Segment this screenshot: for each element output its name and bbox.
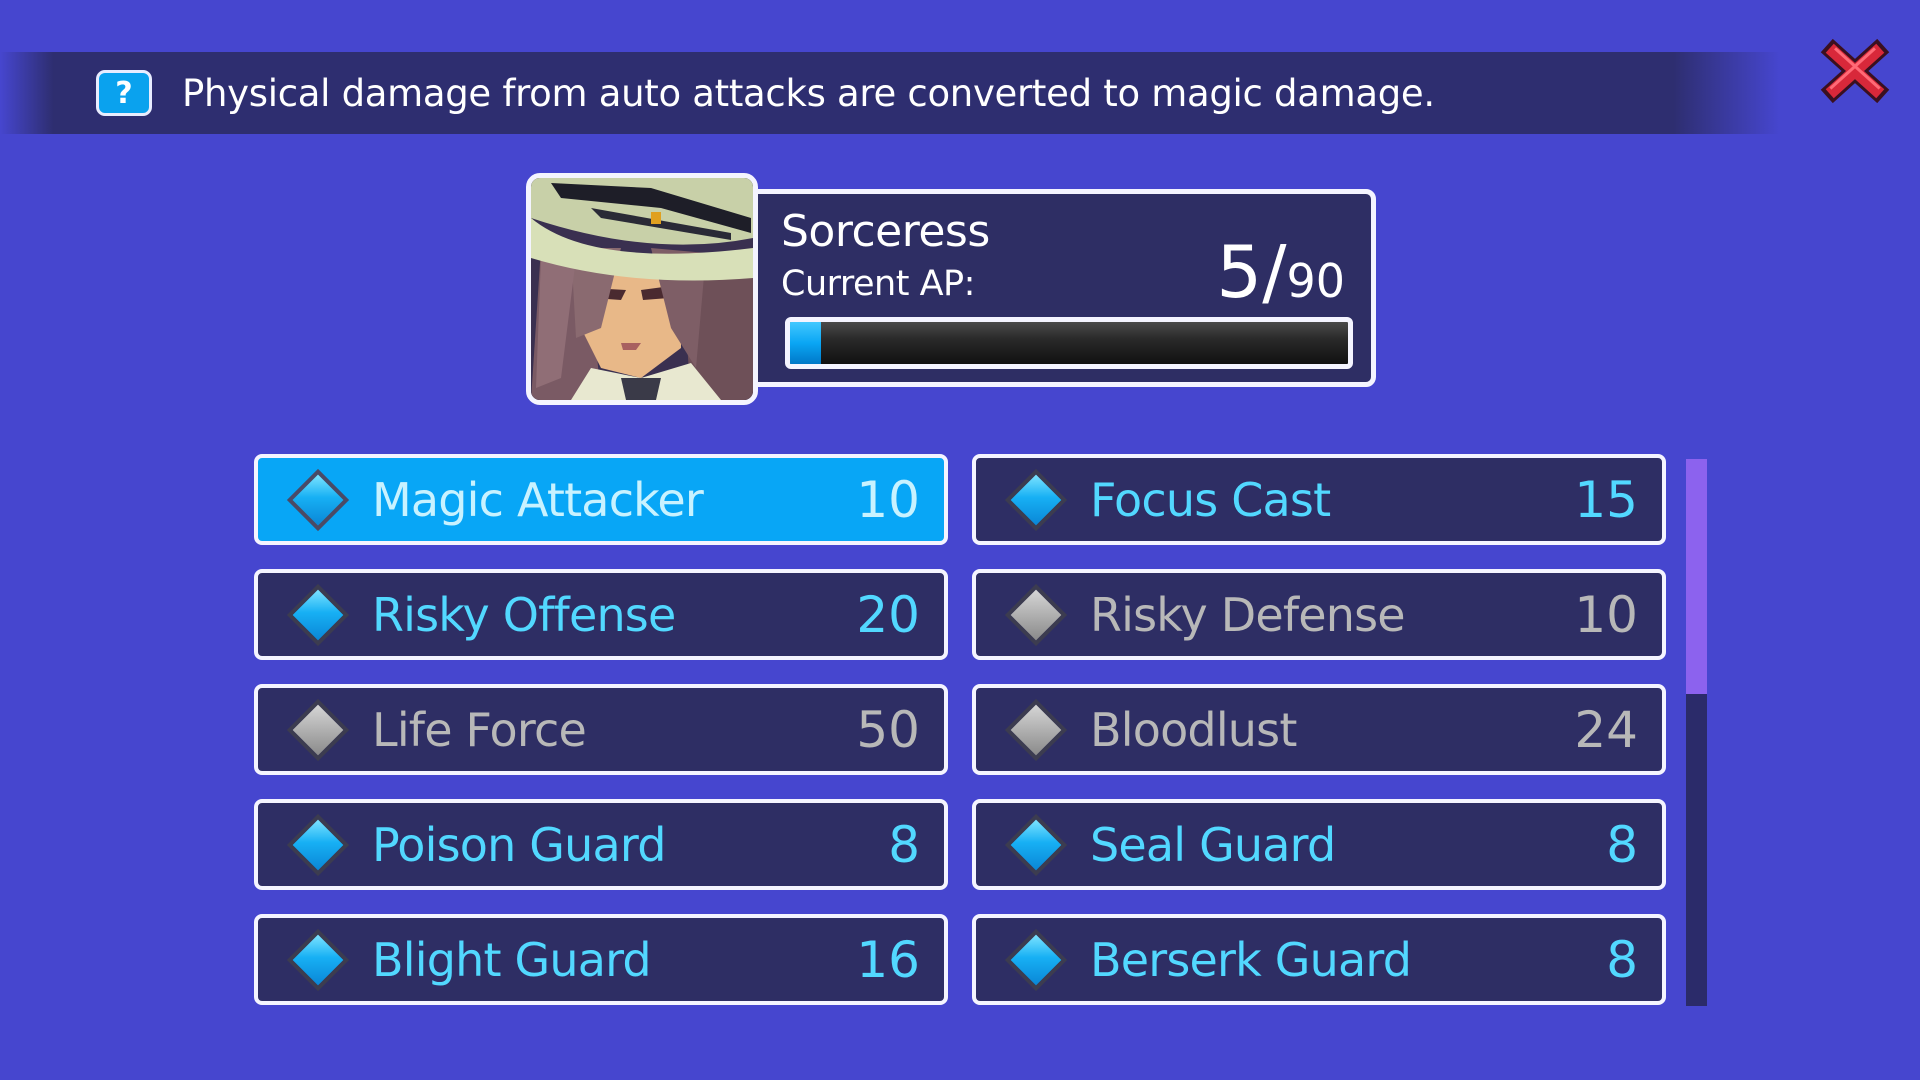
skill-ap-cost: 10	[856, 470, 920, 529]
blue-diamond-icon	[1004, 928, 1068, 992]
skill-ap-cost: 15	[1574, 470, 1638, 529]
skill-ap-cost: 8	[1606, 815, 1638, 874]
gray-diamond-icon	[286, 698, 350, 762]
skill-name: Life Force	[372, 702, 587, 757]
skill-ap-cost: 24	[1574, 700, 1638, 759]
sorceress-portrait-image	[531, 178, 753, 400]
skill-item[interactable]: Poison Guard 8	[254, 799, 948, 890]
ap-current: 5	[1216, 230, 1263, 314]
skill-item[interactable]: Focus Cast 15	[972, 454, 1666, 545]
skill-ap-cost: 16	[856, 930, 920, 989]
skill-description-text: Physical damage from auto attacks are co…	[182, 71, 1435, 115]
skill-description-banner: ? Physical damage from auto attacks are …	[0, 52, 1780, 134]
skill-item[interactable]: Blight Guard 16	[254, 914, 948, 1005]
character-portrait	[526, 173, 758, 405]
gray-diamond-icon	[1004, 698, 1068, 762]
blue-diamond-icon	[1004, 813, 1068, 877]
ap-value: 5 / 90	[1216, 230, 1345, 314]
skill-name: Seal Guard	[1090, 817, 1336, 872]
skill-name: Focus Cast	[1090, 472, 1331, 527]
ap-label: Current AP:	[781, 264, 975, 304]
ap-max: 90	[1286, 254, 1345, 308]
blue-diamond-icon	[1004, 468, 1068, 532]
skill-item[interactable]: Berserk Guard 8	[972, 914, 1666, 1005]
skill-name: Risky Defense	[1090, 587, 1406, 642]
close-x-icon	[1820, 38, 1890, 104]
help-icon[interactable]: ?	[96, 70, 152, 116]
character-name: Sorceress	[781, 206, 990, 257]
skill-ap-cost: 20	[856, 585, 920, 644]
skill-name: Poison Guard	[372, 817, 666, 872]
blue-diamond-icon	[286, 583, 350, 647]
skill-ap-cost: 10	[1574, 585, 1638, 644]
skill-ap-cost: 8	[888, 815, 920, 874]
close-button[interactable]	[1816, 34, 1894, 108]
character-info-panel: Sorceress Current AP: 5 / 90	[748, 189, 1376, 387]
blue-diamond-icon	[286, 928, 350, 992]
blue-diamond-icon	[286, 813, 350, 877]
gray-diamond-icon	[1004, 583, 1068, 647]
skill-ap-cost: 8	[1606, 930, 1638, 989]
skill-name: Blight Guard	[372, 932, 652, 987]
skill-list-scrollbar[interactable]	[1686, 459, 1707, 1006]
skill-item[interactable]: Magic Attacker 10	[254, 454, 948, 545]
ap-separator: /	[1262, 230, 1287, 314]
skill-name: Bloodlust	[1090, 702, 1297, 757]
blue-diamond-icon	[286, 468, 350, 532]
scrollbar-thumb[interactable]	[1686, 459, 1707, 695]
skill-item[interactable]: Seal Guard 8	[972, 799, 1666, 890]
ap-progress-fill	[790, 322, 822, 364]
skill-item[interactable]: Life Force 50	[254, 684, 948, 775]
skill-item[interactable]: Risky Offense 20	[254, 569, 948, 660]
skill-item[interactable]: Bloodlust 24	[972, 684, 1666, 775]
ap-progress-bar	[785, 317, 1353, 369]
skill-item[interactable]: Risky Defense 10	[972, 569, 1666, 660]
skill-name: Berserk Guard	[1090, 932, 1412, 987]
skill-list: Magic Attacker 10 Focus Cast 15 Risky Offens…	[254, 454, 1666, 1005]
skill-name: Magic Attacker	[372, 472, 704, 527]
skill-name: Risky Offense	[372, 587, 676, 642]
skill-ap-cost: 50	[856, 700, 920, 759]
